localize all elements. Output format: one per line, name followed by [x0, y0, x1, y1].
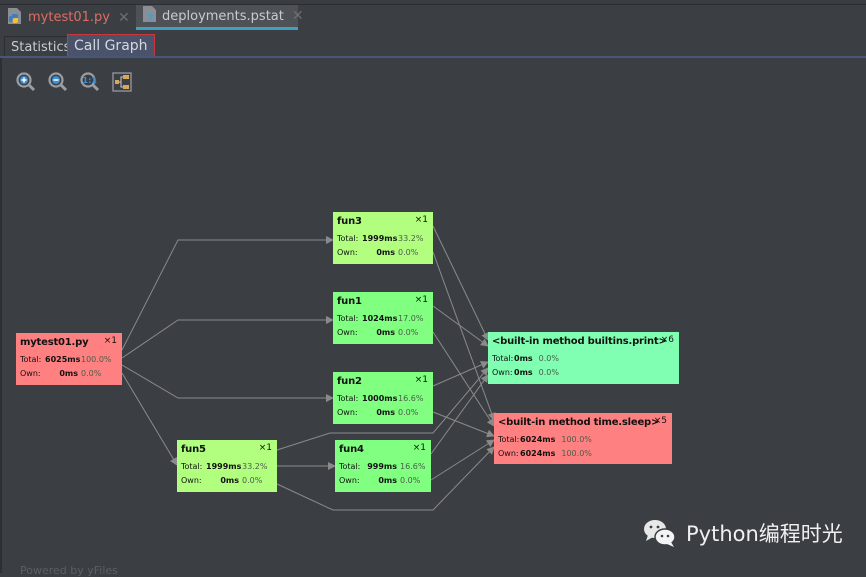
node-total-row: Total: 1999ms 33.2%	[181, 462, 273, 471]
call-edge-mytest01-to-fun5	[121, 372, 178, 466]
total-percent: 16.6%	[400, 462, 426, 471]
total-percent: 16.6%	[398, 394, 424, 403]
node-call-count: ×1	[258, 443, 272, 453]
node-own-row: Own: 6024ms 100.0%	[498, 449, 668, 458]
graph-node-fun3[interactable]: fun3 ×1 Total: 1999ms 33.2% Own: 0ms 0.0%	[333, 212, 433, 264]
own-percent: 100.0%	[561, 449, 592, 458]
call-edge-mytest01-to-fun2	[121, 364, 334, 402]
node-call-count: ×5	[653, 416, 667, 426]
total-label: Total:	[20, 355, 42, 364]
own-label: Own:	[339, 476, 360, 485]
total-time: 999ms	[367, 462, 397, 471]
total-time: 6025ms	[45, 355, 81, 364]
call-edge-fun2-to-sleep	[432, 411, 495, 438]
node-call-count: ×1	[414, 375, 428, 385]
node-total-row: Total: 6025ms 100.0%	[20, 355, 118, 364]
own-time: 0ms	[514, 368, 533, 377]
total-label: Total:	[337, 394, 359, 403]
node-own-row: Own: 0ms 0.0%	[337, 248, 429, 257]
node-total-row: Total: 1000ms 16.6%	[337, 394, 429, 403]
own-label: Own:	[492, 368, 513, 377]
graph-node-fun2[interactable]: fun2 ×1 Total: 1000ms 16.6% Own: 0ms 0.0%	[333, 372, 433, 424]
own-percent: 0.0%	[242, 476, 263, 485]
own-time: 0ms	[59, 369, 78, 378]
node-total-row: Total: 6024ms 100.0%	[498, 435, 668, 444]
own-percent: 0.0%	[398, 248, 419, 257]
total-percent: 17.0%	[398, 314, 424, 323]
watermark-text: Python编程时光	[686, 522, 843, 546]
total-time: 1999ms	[362, 234, 398, 243]
total-label: Total:	[492, 354, 514, 363]
graph-node-fun4[interactable]: fun4 ×1 Total: 999ms 16.6% Own: 0ms 0.0%	[335, 440, 431, 492]
call-edge-fun1-to-print	[432, 305, 489, 347]
total-label: Total:	[337, 234, 359, 243]
own-percent: 0.0%	[538, 368, 559, 377]
own-label: Own:	[181, 476, 202, 485]
graph-node-sleep[interactable]: <built-in method time.sleep> ×5 Total: 6024…	[494, 413, 672, 464]
total-time: 1024ms	[362, 314, 398, 323]
own-time: 0ms	[376, 328, 395, 337]
node-own-row: Own: 0ms 0.0%	[492, 368, 675, 377]
node-own-row: Own: 0ms 0.0%	[20, 369, 118, 378]
total-percent: 33.2%	[242, 462, 268, 471]
wechat-icon	[644, 520, 676, 547]
own-percent: 0.0%	[400, 476, 421, 485]
node-title: <built-in method time.sleep>	[498, 417, 660, 428]
graph-node-print[interactable]: <built-in method builtins.print> ×6 Total:…	[488, 332, 679, 384]
call-edge-mytest01-to-fun1	[121, 316, 334, 359]
own-percent: 0.0%	[398, 328, 419, 337]
total-time: 6024ms	[520, 435, 556, 444]
node-own-row: Own: 0ms 0.0%	[339, 476, 427, 485]
node-total-row: Total: 1024ms 17.0%	[337, 314, 429, 323]
node-own-row: Own: 0ms 0.0%	[337, 408, 429, 417]
own-percent: 0.0%	[398, 408, 419, 417]
own-percent: 0.0%	[81, 369, 102, 378]
own-time: 0ms	[376, 248, 395, 257]
total-percent: 33.2%	[398, 234, 424, 243]
own-time: 0ms	[220, 476, 239, 485]
call-edge-fun3-to-print	[432, 225, 489, 341]
own-time: 6024ms	[520, 449, 556, 458]
total-percent: 0.0%	[538, 354, 559, 363]
node-call-count: ×1	[414, 215, 428, 225]
node-call-count: ×1	[412, 443, 426, 453]
node-own-row: Own: 0ms 0.0%	[181, 476, 273, 485]
watermark: Python编程时光	[642, 518, 843, 548]
own-label: Own:	[498, 449, 519, 458]
call-edge-fun3-to-sleep	[432, 251, 496, 421]
own-time: 0ms	[378, 476, 397, 485]
own-label: Own:	[337, 248, 358, 257]
call-graph-edges	[121, 225, 496, 511]
call-edge-mytest01-to-fun3	[121, 236, 334, 351]
powered-by-label: Powered by yFiles	[20, 564, 118, 577]
own-time: 0ms	[376, 408, 395, 417]
total-label: Total:	[498, 435, 520, 444]
node-total-row: Total: 1999ms 33.2%	[337, 234, 429, 243]
own-label: Own:	[337, 328, 358, 337]
total-label: Total:	[339, 462, 361, 471]
graph-node-fun1[interactable]: fun1 ×1 Total: 1024ms 17.0% Own: 0ms 0.0%	[333, 292, 433, 344]
graph-node-fun5[interactable]: fun5 ×1 Total: 1999ms 33.2% Own: 0ms 0.0%	[177, 440, 277, 492]
node-total-row: Total: 999ms 16.6%	[339, 462, 427, 471]
graph-node-mytest01[interactable]: mytest01.py ×1 Total: 6025ms 100.0% Own: 0ms 0.…	[16, 333, 122, 385]
call-edge-fun4-to-sleep	[430, 439, 495, 481]
total-percent: 100.0%	[561, 435, 592, 444]
node-call-count: ×6	[660, 335, 674, 345]
total-time: 1000ms	[362, 394, 398, 403]
total-label: Total:	[337, 314, 359, 323]
own-label: Own:	[337, 408, 358, 417]
own-label: Own:	[20, 369, 41, 378]
node-call-count: ×1	[103, 336, 117, 346]
total-time: 0ms	[514, 354, 533, 363]
node-own-row: Own: 0ms 0.0%	[337, 328, 429, 337]
call-edge-fun2-to-print	[432, 361, 489, 387]
node-call-count: ×1	[414, 295, 428, 305]
node-total-row: Total: 0ms 0.0%	[492, 354, 675, 363]
node-title: <built-in method builtins.print>	[492, 336, 667, 347]
total-label: Total:	[181, 462, 203, 471]
total-time: 1999ms	[206, 462, 242, 471]
total-percent: 100.0%	[81, 355, 112, 364]
